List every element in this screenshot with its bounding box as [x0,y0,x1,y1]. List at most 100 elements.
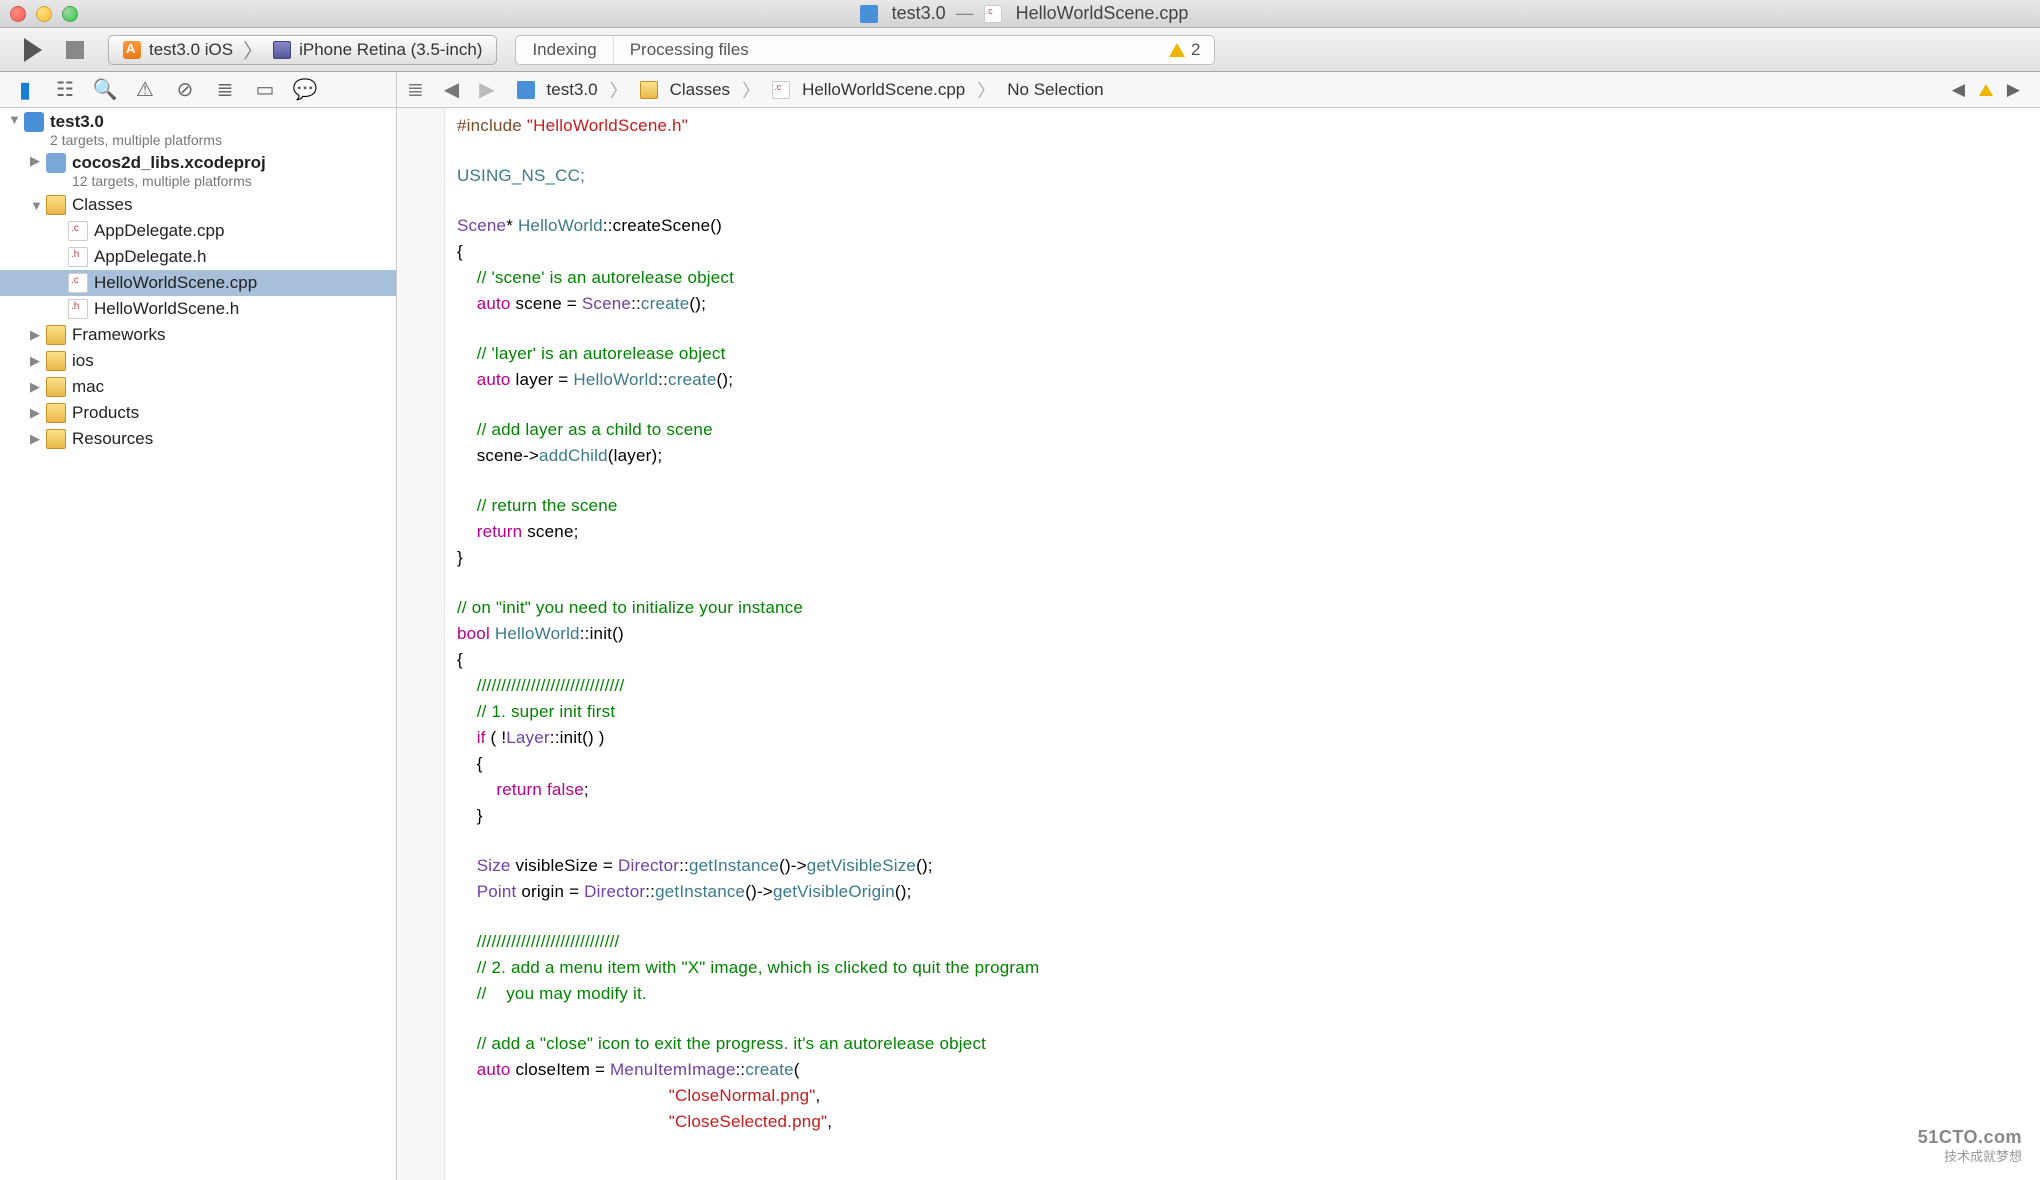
app-icon [123,41,141,59]
disclosure-icon[interactable]: ▶ [30,353,44,369]
nav-item[interactable]: AppDelegate.h [0,244,396,270]
prev-issue-icon[interactable]: ◀ [1952,80,1965,100]
chevron-right-icon: 〉 [243,35,263,64]
folder-icon [46,325,66,345]
nav-item-label: HelloWorldScene.h [94,299,239,319]
watermark: 51CTO.com 技术成就梦想 [1918,1126,2022,1166]
nav-item[interactable]: ▼ Classes [0,192,396,218]
chevron-right-icon: 〉 [610,77,628,103]
traffic-lights [10,6,78,22]
folder-icon [46,429,66,449]
fileh-icon [68,247,88,267]
project-icon [517,81,535,99]
disclosure-icon[interactable]: ▶ [30,431,44,447]
disclosure-icon[interactable]: ▼ [8,112,22,127]
chevron-right-icon: 〉 [742,77,760,103]
watermark-line: 51CTO.com [1918,1126,2022,1149]
title-sep: — [956,3,974,24]
zoom-icon[interactable] [62,6,78,22]
play-icon [24,38,42,62]
filecpp-icon [68,273,88,293]
minimize-icon[interactable] [36,6,52,22]
workspace: ▼ test3.0 2 targets, multiple platforms … [0,108,2040,1180]
scheme-selector[interactable]: test3.0 iOS 〉 iPhone Retina (3.5-inch) [108,35,497,65]
folder-icon [640,81,658,99]
code-area[interactable]: #include "HelloWorldScene.h" USING_NS_CC… [397,108,2040,1136]
search-navigator-icon[interactable]: 🔍 [94,79,116,101]
symbol-navigator-icon[interactable]: ☷ [54,79,76,101]
nav-item-label: Classes [72,195,132,215]
stop-icon [66,41,84,59]
nav-item-label: Resources [72,429,153,449]
issue-badge[interactable]: 2 [1155,40,1214,60]
disclosure-icon[interactable]: ▼ [30,198,44,213]
watermark-line: 技术成就梦想 [1918,1149,2022,1166]
nav-item-label: cocos2d_libs.xcodeproj [72,153,266,173]
activity-view: Indexing Processing files 2 [515,35,1215,65]
log-navigator-icon[interactable]: 💬 [294,79,316,101]
nav-item[interactable]: HelloWorldScene.cpp [0,270,396,296]
nav-root[interactable]: ▼ test3.0 2 targets, multiple platforms [0,108,396,150]
nav-item[interactable]: AppDelegate.cpp [0,218,396,244]
disclosure-icon[interactable]: ▶ [30,405,44,421]
nav-item[interactable]: ▶ ios [0,348,396,374]
nav-item-label: ios [72,351,94,371]
project-navigator-icon[interactable]: ▮ [14,79,36,101]
nav-item[interactable]: ▶ Frameworks [0,322,396,348]
jump-seg-selection[interactable]: No Selection [1007,80,1103,100]
nav-item-label: AppDelegate.cpp [94,221,224,241]
nav-item-label: HelloWorldScene.cpp [94,273,257,293]
nav-item[interactable]: ▶ mac [0,374,396,400]
nav-root-name: test3.0 [50,112,222,132]
activity-status-1: Indexing [516,36,613,64]
nav-item[interactable]: HelloWorldScene.h [0,296,396,322]
warn-count: 2 [1191,40,1200,60]
jump-seg-folder[interactable]: Classes [670,80,730,100]
breakpoint-navigator-icon[interactable]: ▭ [254,79,276,101]
scheme-device: iPhone Retina (3.5-inch) [299,40,482,60]
warning-icon [1169,43,1185,57]
activity-status-2: Processing files [614,36,765,64]
fileh-icon [68,299,88,319]
disclosure-icon[interactable]: ▶ [30,379,44,395]
nav-item-label: mac [72,377,104,397]
back-button[interactable]: ◀ [444,77,459,102]
filecpp-icon [68,221,88,241]
folder-icon [46,403,66,423]
folder-icon [46,195,66,215]
next-issue-icon[interactable]: ▶ [2007,80,2020,100]
jump-bar: ≣ ◀ ▶ test3.0 〉 Classes 〉 HelloWorldScen… [397,72,2040,107]
folder-icon [46,377,66,397]
jump-seg-project[interactable]: test3.0 [547,80,598,100]
issue-navigator-icon[interactable]: ⚠ [134,79,156,101]
cpp-file-icon [984,5,1002,23]
nav-item[interactable]: ▶ Resources [0,426,396,452]
tabbar: ▮ ☷ 🔍 ⚠ ⊘ ≣ ▭ 💬 ≣ ◀ ▶ test3.0 〉 Classes … [0,72,2040,108]
warning-icon[interactable] [1979,84,1993,96]
subproj-icon [46,153,66,173]
close-icon[interactable] [10,6,26,22]
nav-root-sub: 2 targets, multiple platforms [50,132,222,148]
navigator-selector: ▮ ☷ 🔍 ⚠ ⊘ ≣ ▭ 💬 [0,72,397,107]
test-navigator-icon[interactable]: ⊘ [174,79,196,101]
related-items-icon[interactable]: ≣ [407,77,424,102]
nav-item[interactable]: ▶cocos2d_libs.xcodeproj12 targets, multi… [0,150,396,192]
run-button[interactable] [18,36,48,64]
project-icon [860,5,878,23]
disclosure-icon[interactable]: ▶ [30,153,44,169]
debug-navigator-icon[interactable]: ≣ [214,79,236,101]
nav-item[interactable]: ▶ Products [0,400,396,426]
window-title: test3.0 — HelloWorldScene.cpp [78,3,1970,24]
device-icon [273,41,291,59]
project-navigator[interactable]: ▼ test3.0 2 targets, multiple platforms … [0,108,397,1180]
scheme-target: test3.0 iOS [149,40,233,60]
source-editor[interactable]: #include "HelloWorldScene.h" USING_NS_CC… [397,108,2040,1180]
jump-seg-file[interactable]: HelloWorldScene.cpp [802,80,965,100]
stop-button[interactable] [60,36,90,64]
gutter[interactable] [397,108,445,1180]
nav-item-label: Frameworks [72,325,166,345]
chevron-right-icon: 〉 [977,77,995,103]
forward-button[interactable]: ▶ [479,77,494,102]
nav-item-label: Products [72,403,139,423]
disclosure-icon[interactable]: ▶ [30,327,44,343]
